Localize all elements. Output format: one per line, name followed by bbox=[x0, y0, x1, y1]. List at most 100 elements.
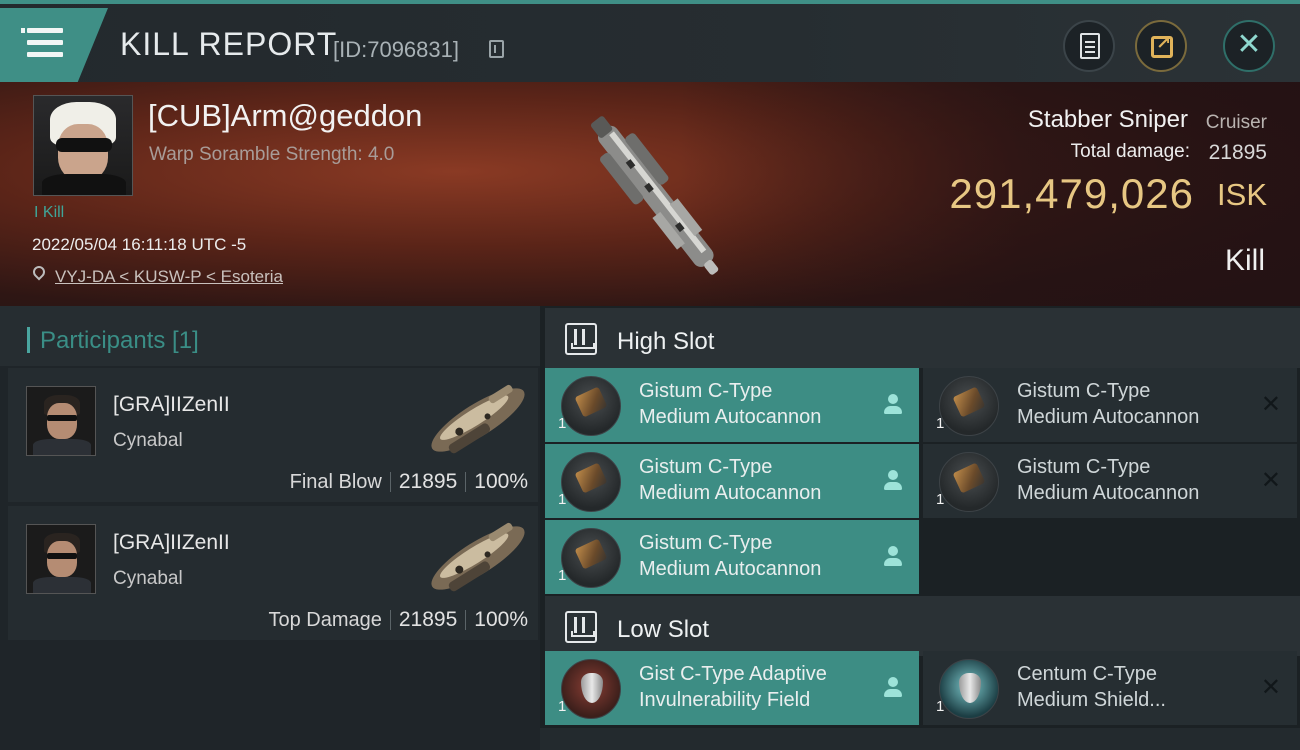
module-quantity: 1 bbox=[558, 698, 567, 715]
module-type: Medium Autocannon bbox=[639, 482, 822, 504]
victim-banner: [CUB]Arm@geddon Warp Soramble Strength: … bbox=[0, 82, 1300, 306]
low-slot-title: Low Slot bbox=[617, 616, 710, 643]
shield-extender-icon bbox=[939, 659, 999, 719]
isk-value: 291,479,026 bbox=[949, 170, 1194, 217]
module-name: Gistum C-Type bbox=[639, 532, 773, 554]
participants-panel: Participants [1] [GRA]IIZenII Cynabal Fi… bbox=[0, 306, 540, 750]
share-button[interactable] bbox=[1135, 20, 1187, 72]
module-quantity: 1 bbox=[558, 491, 567, 508]
victim-pilot-name[interactable]: [CUB]Arm@geddon bbox=[148, 98, 422, 134]
module-type: Medium Autocannon bbox=[639, 558, 822, 580]
x-icon: ✕ bbox=[1260, 391, 1281, 418]
autocannon-icon bbox=[939, 376, 999, 436]
participant-ship: Cynabal bbox=[113, 430, 183, 451]
warp-scramble-strength: Warp Soramble Strength: 4.0 bbox=[149, 144, 395, 165]
total-damage-value: 21895 bbox=[1208, 141, 1267, 164]
participant-damage: 21895 bbox=[398, 470, 458, 493]
header-accent bbox=[27, 327, 30, 353]
participant-damage: 21895 bbox=[398, 608, 458, 631]
module-name: Gistum C-Type bbox=[639, 380, 773, 402]
victim-ship-class: Cruiser bbox=[1205, 112, 1267, 133]
hamburger-menu-icon-bar bbox=[27, 52, 63, 57]
participant-avatar[interactable] bbox=[26, 386, 96, 456]
participant-ship: Cynabal bbox=[113, 568, 183, 589]
participant-role: Final Blow bbox=[289, 471, 382, 493]
module-type: Medium Autocannon bbox=[639, 406, 822, 428]
slot-rack-icon bbox=[565, 611, 597, 643]
x-icon: ✕ bbox=[1260, 674, 1281, 701]
participant-stats: Final Blow 21895 100% bbox=[290, 470, 528, 494]
autocannon-icon bbox=[939, 452, 999, 512]
kill-tag: I Kill bbox=[34, 204, 65, 221]
module-quantity: 1 bbox=[936, 491, 945, 508]
hamburger-menu-icon bbox=[21, 28, 63, 33]
module-type: Invulnerability Field bbox=[639, 689, 811, 711]
module-item[interactable]: 1 Centum C-Type Medium Shield... ✕ bbox=[923, 651, 1297, 725]
participant-role: Top Damage bbox=[268, 609, 382, 631]
participant-ship-image[interactable] bbox=[418, 374, 538, 466]
high-slot-header: High Slot bbox=[545, 308, 1300, 368]
kill-result: Kill bbox=[1224, 244, 1265, 277]
autocannon-icon bbox=[561, 528, 621, 588]
module-name: Gistum C-Type bbox=[639, 456, 773, 478]
next-row-peek bbox=[540, 728, 1300, 750]
module-type: Medium Autocannon bbox=[1017, 482, 1200, 504]
share-icon bbox=[1151, 33, 1173, 58]
participants-title: Participants [1] bbox=[40, 327, 199, 354]
x-icon: ✕ bbox=[1260, 467, 1281, 494]
module-quantity: 1 bbox=[936, 698, 945, 715]
copy-icon[interactable] bbox=[489, 40, 504, 58]
low-slot-header: Low Slot bbox=[545, 596, 1300, 656]
module-quantity: 1 bbox=[936, 415, 945, 432]
module-name: Centum C-Type bbox=[1017, 663, 1158, 685]
page-title: KILL REPORT bbox=[120, 26, 338, 62]
participant-name[interactable]: [GRA]IIZenII bbox=[113, 393, 230, 417]
high-slot-title: High Slot bbox=[617, 328, 715, 355]
module-item[interactable]: 1 Gist C-Type Adaptive Invulnerability F… bbox=[545, 651, 919, 725]
participant-row[interactable]: [GRA]IIZenII Cynabal Final Blow 21895 100% bbox=[8, 368, 538, 502]
close-button[interactable]: ✕ bbox=[1223, 20, 1275, 72]
report-id: [ID:7096831] bbox=[333, 37, 459, 62]
module-item[interactable]: 1 Gistum C-Type Medium Autocannon bbox=[545, 444, 919, 518]
participant-ship-image[interactable] bbox=[418, 512, 538, 604]
participant-name[interactable]: [GRA]IIZenII bbox=[113, 531, 230, 555]
isk-unit: ISK bbox=[1217, 177, 1267, 212]
clipboard-button[interactable] bbox=[1063, 20, 1115, 72]
participant-stats: Top Damage 21895 100% bbox=[268, 608, 528, 632]
module-item[interactable]: 1 Gistum C-Type Medium Autocannon ✕ bbox=[923, 368, 1297, 442]
location-pin-icon bbox=[30, 263, 48, 281]
autocannon-icon bbox=[561, 452, 621, 512]
participant-row[interactable]: [GRA]IIZenII Cynabal Top Damage 21895 100% bbox=[8, 506, 538, 640]
kill-datetime: 2022/05/04 16:11:18 UTC -5 bbox=[32, 235, 247, 254]
module-item[interactable]: 1 Gistum C-Type Medium Autocannon bbox=[545, 520, 919, 594]
module-name: Gist C-Type Adaptive bbox=[639, 663, 827, 685]
module-quantity: 1 bbox=[558, 567, 567, 584]
victim-ship-image[interactable] bbox=[550, 90, 760, 305]
participant-avatar[interactable] bbox=[26, 524, 96, 594]
module-item[interactable]: 1 Gistum C-Type Medium Autocannon bbox=[545, 368, 919, 442]
top-bar: KILL REPORT [ID:7096831] ✕ bbox=[0, 0, 1300, 82]
clipboard-icon bbox=[1080, 33, 1100, 59]
module-item[interactable]: 1 Gistum C-Type Medium Autocannon ✕ bbox=[923, 444, 1297, 518]
total-damage-label: Total damage: bbox=[1070, 141, 1190, 162]
module-quantity: 1 bbox=[558, 415, 567, 432]
fitting-panel: High Slot 1 Gistum C-Type Medium Autocan… bbox=[540, 306, 1300, 750]
victim-avatar[interactable] bbox=[33, 95, 133, 196]
person-icon bbox=[883, 470, 903, 492]
participants-header: Participants [1] bbox=[0, 306, 540, 366]
menu-button[interactable] bbox=[0, 8, 108, 82]
close-icon: ✕ bbox=[1236, 28, 1262, 61]
hamburger-menu-icon-bar bbox=[27, 40, 63, 45]
participant-percent: 100% bbox=[474, 470, 528, 493]
participant-percent: 100% bbox=[474, 608, 528, 631]
module-type: Medium Shield... bbox=[1017, 689, 1166, 711]
autocannon-icon bbox=[561, 376, 621, 436]
kill-location-link[interactable]: VYJ-DA < KUSW-P < Esoteria bbox=[55, 267, 283, 287]
person-icon bbox=[883, 677, 903, 699]
module-type: Medium Autocannon bbox=[1017, 406, 1200, 428]
victim-ship-name[interactable]: Stabber Sniper bbox=[1028, 106, 1188, 134]
module-name: Gistum C-Type bbox=[1017, 380, 1151, 402]
person-icon bbox=[883, 546, 903, 568]
invulnerability-field-icon bbox=[561, 659, 621, 719]
module-name: Gistum C-Type bbox=[1017, 456, 1151, 478]
